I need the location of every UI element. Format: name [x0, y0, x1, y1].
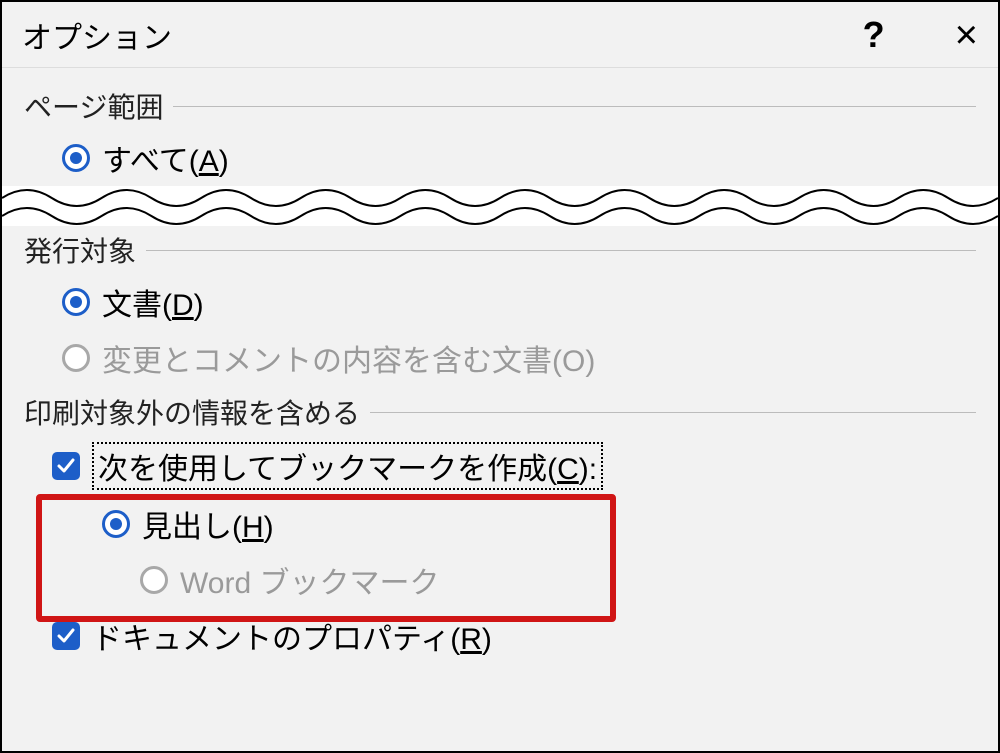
radio-all-row[interactable]: すべて(A) — [2, 130, 998, 186]
checkbox-icon — [52, 622, 80, 650]
radio-icon — [62, 144, 90, 172]
section-page-range: ページ範囲 — [2, 68, 998, 130]
checkbox-docprops-row[interactable]: ドキュメントのプロパティ(R) — [2, 608, 998, 664]
section-publish-target: 発行対象 — [2, 226, 998, 274]
checkbox-docprops-label: ドキュメントのプロパティ(R) — [92, 614, 492, 658]
section-label-nonprint: 印刷対象外の情報を含める — [24, 392, 360, 432]
radio-icon — [62, 288, 90, 316]
radio-word-bookmarks-row: Word ブックマーク — [2, 552, 998, 608]
options-dialog: オプション ? × ページ範囲 すべて(A) 発行対象 — [0, 0, 1000, 753]
radio-headings-label: 見出し(H) — [142, 502, 274, 546]
checkbox-icon — [52, 452, 80, 480]
checkbox-bookmarks-row[interactable]: 次を使用してブックマークを作成(C): — [2, 436, 998, 496]
section-nonprint: 印刷対象外の情報を含める — [2, 386, 998, 436]
radio-icon — [102, 510, 130, 538]
radio-headings-row[interactable]: 見出し(H) — [2, 496, 998, 552]
radio-document-row[interactable]: 文書(D) — [2, 274, 998, 330]
checkbox-bookmarks-label: 次を使用してブックマークを作成(C): — [92, 442, 603, 490]
radio-icon — [140, 566, 168, 594]
titlebar: オプション ? × — [2, 2, 998, 68]
section-label-publish: 発行対象 — [24, 230, 136, 270]
divider — [370, 412, 976, 413]
section-label-page-range: ページ範囲 — [24, 86, 163, 126]
radio-all-label: すべて(A) — [102, 136, 229, 180]
divider — [173, 106, 976, 107]
radio-icon — [62, 344, 90, 372]
radio-word-bookmarks-label: Word ブックマーク — [180, 558, 439, 602]
radio-document-label: 文書(D) — [102, 280, 204, 324]
help-button[interactable]: ? — [863, 14, 885, 56]
dialog-title: オプション — [22, 13, 172, 57]
radio-markup-row: 変更とコメントの内容を含む文書(O) — [2, 330, 998, 386]
close-button[interactable]: × — [955, 15, 978, 55]
divider — [146, 250, 976, 251]
radio-markup-label: 変更とコメントの内容を含む文書(O) — [102, 336, 595, 380]
truncation-indicator — [2, 186, 998, 226]
